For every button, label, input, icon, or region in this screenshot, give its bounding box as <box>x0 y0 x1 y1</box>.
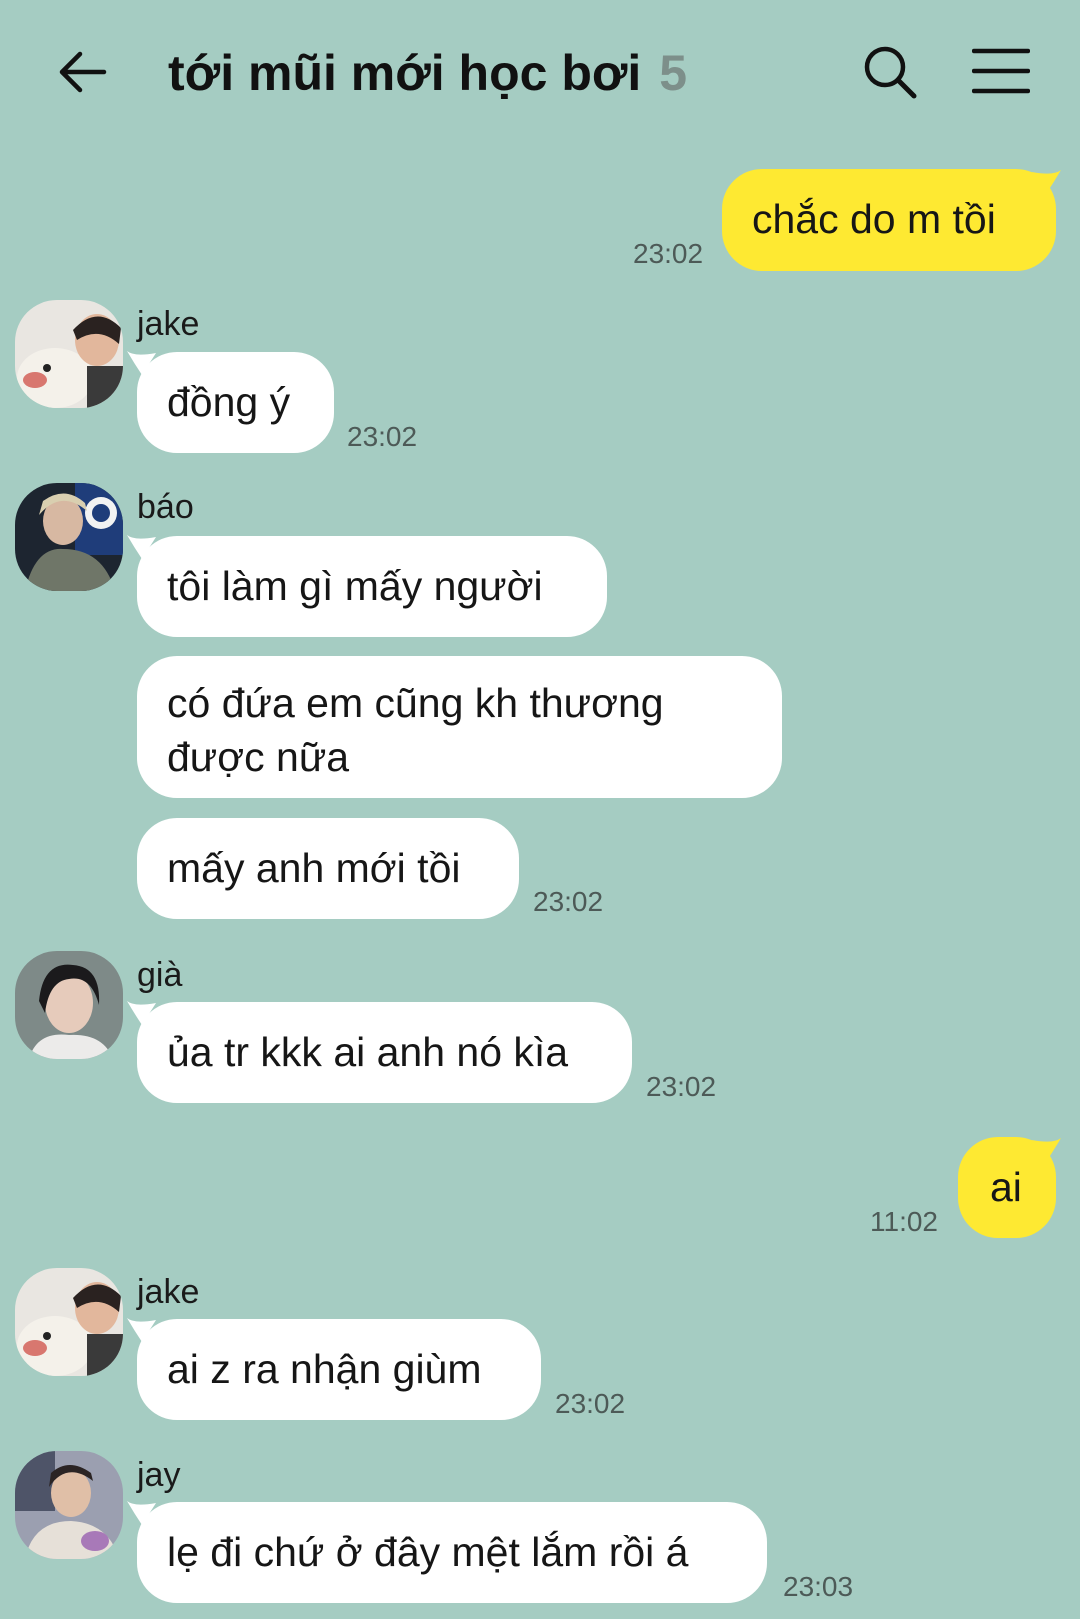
sender-name: jake <box>137 305 200 343</box>
message-bubble[interactable]: tôi làm gì mấy người <box>137 536 607 637</box>
message-text: đồng ý <box>167 379 291 425</box>
bubble-tail <box>1032 1138 1061 1162</box>
message-text: chắc do m tồi <box>752 196 996 242</box>
message-time: 23:02 <box>533 886 604 917</box>
message-time: 23:02 <box>646 1071 717 1102</box>
message-text: ai <box>990 1164 1022 1210</box>
message-time: 23:02 <box>347 421 418 452</box>
sender-name: báo <box>137 488 194 526</box>
message-text: tôi làm gì mấy người <box>167 563 543 609</box>
message-bubble[interactable]: đồng ý <box>137 352 334 453</box>
sender-name: jake <box>137 1273 200 1311</box>
menu-icon[interactable] <box>972 46 1030 96</box>
my-message-bubble[interactable]: chắc do m tồi <box>722 169 1056 271</box>
message-bubble[interactable]: ủa tr kkk ai anh nó kìa <box>137 1002 632 1103</box>
message-bubble[interactable]: có đứa em cũng kh thương được nữa <box>137 656 782 798</box>
avatar-jake[interactable] <box>15 300 123 408</box>
avatar-gia[interactable] <box>15 951 123 1059</box>
message-text: ai z ra nhận giùm <box>167 1346 482 1392</box>
bubble-tail <box>1032 170 1061 194</box>
member-count: 5 <box>659 45 688 101</box>
message-text: có đứa em cũng kh thương được nữa <box>167 680 664 780</box>
message-text: mấy anh mới tồi <box>167 845 461 891</box>
message-text: lẹ đi chứ ở đây mệt lắm rồi á <box>167 1529 689 1575</box>
message-bubble[interactable]: mấy anh mới tồi <box>137 818 519 919</box>
chat-title: tới mũi mới học bơi 5 <box>168 40 687 106</box>
sender-name: già <box>137 956 183 994</box>
avatar-bao[interactable] <box>15 483 123 591</box>
message-text: ủa tr kkk ai anh nó kìa <box>167 1029 569 1075</box>
message-bubble[interactable]: ai z ra nhận giùm <box>137 1319 541 1420</box>
chat-header: tới mũi mới học bơi 5 <box>0 0 1080 145</box>
back-arrow-icon[interactable] <box>56 46 108 98</box>
message-time: 23:02 <box>633 238 704 269</box>
message-time: 23:03 <box>783 1571 854 1602</box>
message-bubble[interactable]: lẹ đi chứ ở đây mệt lắm rồi á <box>137 1502 767 1603</box>
chat-title-text: tới mũi mới học bơi <box>168 45 642 101</box>
message-time: 23:02 <box>555 1388 626 1419</box>
sender-name: jay <box>137 1456 181 1494</box>
avatar-jay[interactable] <box>15 1451 123 1559</box>
message-time: 11:02 <box>870 1206 938 1237</box>
avatar-jake[interactable] <box>15 1268 123 1376</box>
search-icon[interactable] <box>862 44 918 100</box>
